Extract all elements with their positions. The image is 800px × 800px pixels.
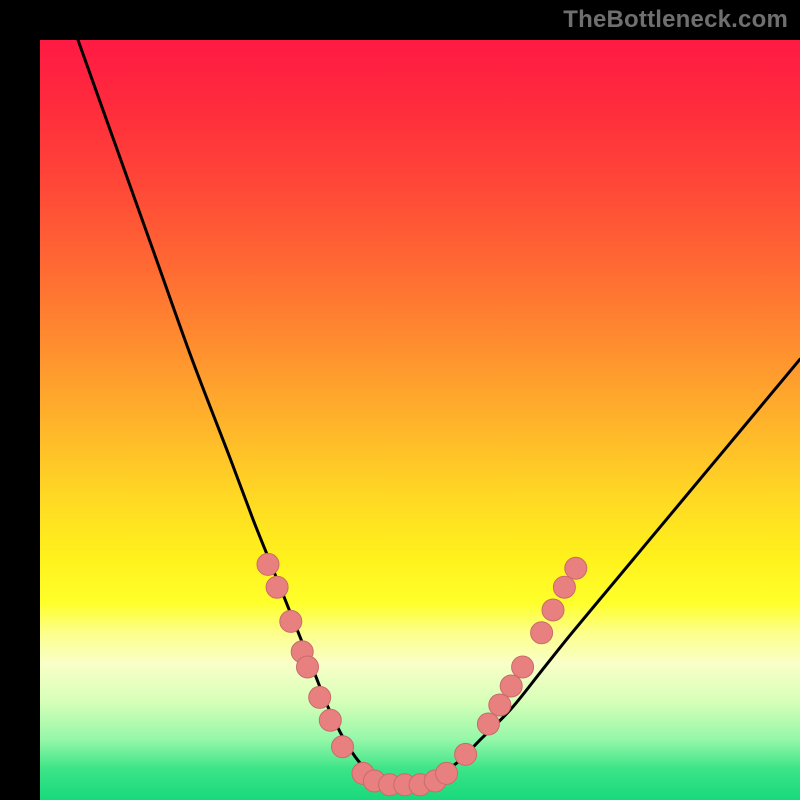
data-marker — [477, 713, 499, 735]
data-marker — [280, 610, 302, 632]
bottleneck-curve — [78, 40, 800, 785]
chart-container: TheBottleneck.com — [0, 0, 800, 800]
watermark-text: TheBottleneck.com — [563, 6, 788, 34]
curve-svg — [40, 40, 800, 800]
data-marker — [512, 656, 534, 678]
data-marker — [489, 694, 511, 716]
data-marker — [257, 553, 279, 575]
data-marker — [436, 762, 458, 784]
data-marker — [531, 622, 553, 644]
data-marker — [500, 675, 522, 697]
plot-area — [40, 40, 800, 800]
data-marker — [542, 599, 564, 621]
data-marker — [309, 686, 331, 708]
data-marker — [297, 656, 319, 678]
data-marker — [455, 743, 477, 765]
data-marker — [332, 736, 354, 758]
data-marker — [266, 576, 288, 598]
data-marker — [319, 709, 341, 731]
data-marker — [553, 576, 575, 598]
data-marker — [565, 557, 587, 579]
